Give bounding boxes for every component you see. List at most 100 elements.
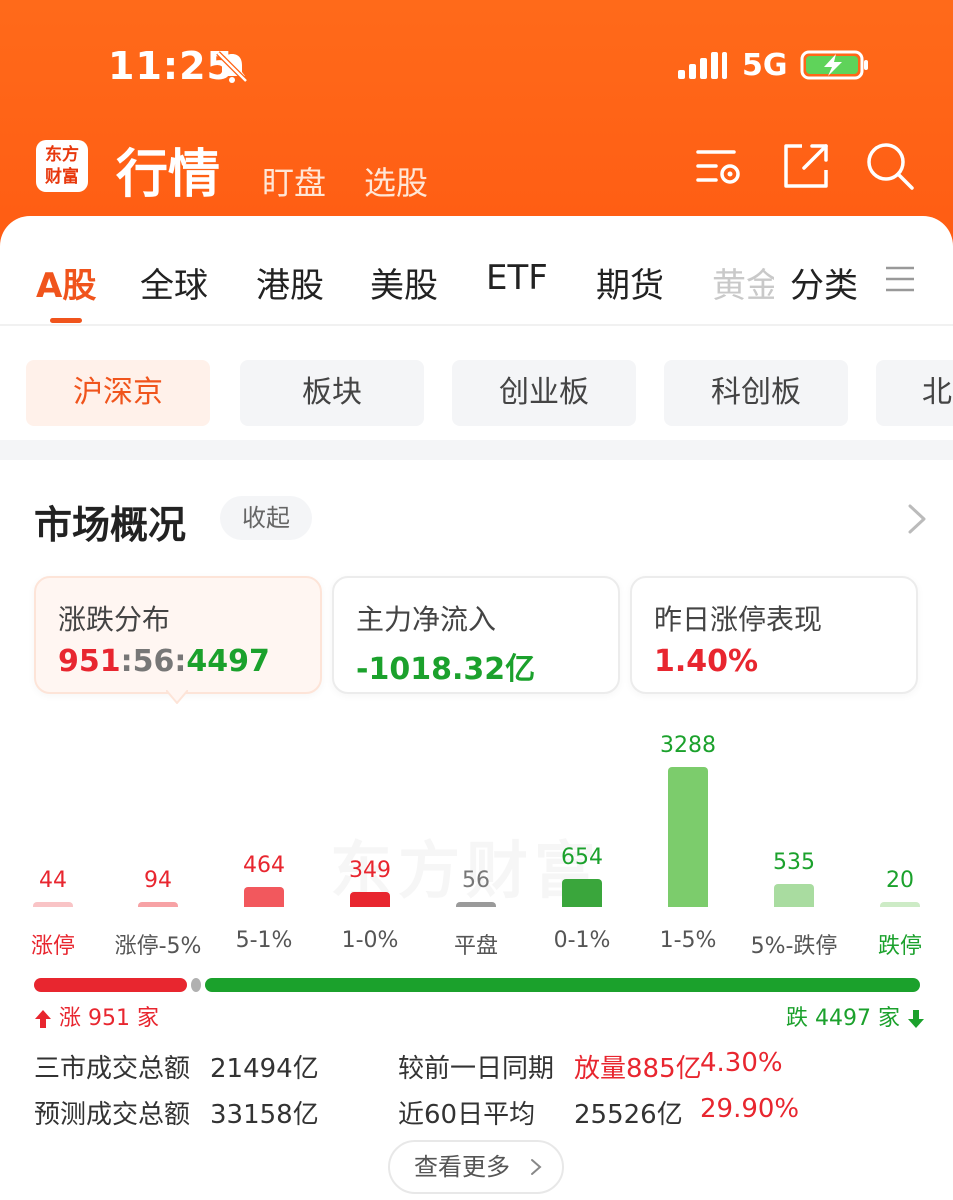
chevron-right-icon — [531, 1159, 542, 1175]
menu-icon[interactable] — [884, 264, 916, 294]
stat-card-limit-up-performance[interactable]: 昨日涨停表现 1.40% — [630, 576, 918, 694]
chart-bar — [456, 902, 496, 907]
page-title: 行情 — [116, 145, 221, 205]
chart-category-label: 平盘 — [453, 934, 498, 959]
rise-count-label: 涨 951 家 — [34, 1000, 159, 1032]
tab-us[interactable]: 美股 — [370, 258, 438, 307]
chart-value-label: 464 — [243, 853, 285, 878]
chart-category-label: 涨停-5% — [114, 934, 202, 959]
section-separator — [0, 440, 953, 460]
stat-value: 951:56:4497 — [58, 644, 270, 679]
view-more-button[interactable]: 查看更多 — [388, 1140, 564, 1194]
tab-futures[interactable]: 期货 — [596, 258, 664, 307]
chart-bar — [562, 879, 602, 907]
header-tab-watch[interactable]: 盯盘 — [262, 158, 326, 204]
stat-value: -1018.32亿 — [356, 652, 536, 687]
stat-label: 昨日涨停表现 — [654, 603, 823, 636]
logo-line-2: 财富 — [45, 167, 79, 187]
chart-category-label: 0-1% — [553, 928, 611, 953]
chart-category-label: 5%-跌停 — [750, 934, 838, 959]
down-arrow-icon — [907, 1010, 924, 1028]
card-pointer — [166, 690, 188, 704]
status-bar: 11:25 5G — [0, 0, 953, 120]
chart-category-label: 涨停 — [30, 934, 75, 959]
chart-value-label: 349 — [349, 858, 391, 883]
summary-label: 三市成交总额 — [34, 1054, 191, 1084]
header-tab-screener[interactable]: 选股 — [364, 158, 428, 204]
rise-count-text: 涨 951 家 — [59, 1006, 159, 1031]
chart-category-label: 5-1% — [235, 928, 293, 953]
section-title: 市场概况 — [34, 503, 187, 547]
chart-value-label: 535 — [773, 850, 815, 875]
compare-value: 放量885亿 — [574, 1054, 702, 1084]
compare-percent: 4.30% — [700, 1048, 783, 1078]
stat-value: 1.40% — [654, 644, 759, 679]
compare-label: 近60日平均 — [398, 1100, 536, 1130]
tab-etf[interactable]: ETF — [486, 258, 548, 298]
network-label: 5G — [742, 48, 788, 83]
subtab-sector[interactable]: 板块 — [240, 360, 424, 426]
chevron-right-icon[interactable] — [904, 502, 930, 536]
summary-label: 预测成交总额 — [34, 1100, 191, 1130]
chart-bar — [774, 884, 814, 907]
signal-icon — [678, 52, 727, 79]
rise-fall-ratio-bar — [34, 978, 920, 992]
stat-card-net-inflow[interactable]: 主力净流入 -1018.32亿 — [332, 576, 620, 694]
compare-label: 较前一日同期 — [398, 1054, 555, 1084]
active-tab-indicator — [50, 318, 82, 323]
fall-segment — [205, 978, 920, 992]
subtab-sh-sz-bj[interactable]: 沪深京 — [26, 360, 210, 426]
rise-segment — [34, 978, 187, 992]
bell-muted-icon — [216, 51, 248, 83]
market-tabs: A股 全球 港股 美股 ETF 期货 黄金 分类 — [0, 248, 953, 318]
collapse-button[interactable]: 收起 — [220, 496, 312, 540]
subtab-chinext[interactable]: 创业板 — [452, 360, 636, 426]
compare-percent: 29.90% — [700, 1094, 800, 1124]
chart-category-label: 跌停 — [877, 934, 922, 959]
chart-category-label: 1-0% — [341, 928, 399, 953]
tab-global[interactable]: 全球 — [140, 258, 208, 307]
chart-bar — [244, 887, 284, 907]
tab-hk[interactable]: 港股 — [256, 258, 324, 307]
tab-a-shares[interactable]: A股 — [36, 258, 96, 307]
separator: : — [174, 644, 187, 679]
chart-value-label: 3288 — [660, 733, 716, 758]
chart-category-label: 1-5% — [659, 928, 717, 953]
tab-category[interactable]: 分类 — [790, 258, 858, 307]
chart-value-label: 56 — [462, 868, 490, 893]
fall-count-text: 跌 4497 家 — [786, 1006, 900, 1031]
battery-charging-icon — [800, 50, 868, 80]
flat-count: 56 — [132, 644, 175, 679]
separator: : — [120, 644, 133, 679]
logo-line-1: 东方 — [45, 145, 79, 165]
stat-card-distribution[interactable]: 涨跌分布 951:56:4497 — [34, 576, 322, 694]
chart-value-label: 44 — [39, 868, 67, 893]
up-count: 951 — [58, 644, 121, 679]
chart-bar — [880, 902, 920, 907]
subtab-bj[interactable]: 北 — [876, 360, 953, 426]
chart-value-label: 94 — [144, 868, 172, 893]
share-icon[interactable] — [780, 140, 832, 192]
tabs-divider — [0, 324, 953, 326]
search-icon[interactable] — [864, 140, 916, 192]
summary-value: 33158亿 — [210, 1100, 319, 1130]
stat-label: 涨跌分布 — [58, 603, 171, 636]
down-count: 4497 — [186, 644, 270, 679]
compare-value: 25526亿 — [574, 1100, 683, 1130]
chart-bar — [668, 767, 708, 907]
subtab-star-market[interactable]: 科创板 — [664, 360, 848, 426]
up-arrow-icon — [35, 1010, 51, 1028]
view-more-label: 查看更多 — [414, 1153, 510, 1181]
flat-segment — [191, 978, 201, 992]
chart-value-label: 20 — [886, 868, 914, 893]
fall-count-label: 跌 4497 家 — [786, 1000, 925, 1032]
settings-list-icon[interactable] — [694, 140, 746, 192]
chart-value-label: 654 — [561, 845, 603, 870]
chart-bar — [350, 892, 390, 907]
chart-bar — [33, 902, 73, 907]
chart-bar — [138, 902, 178, 907]
summary-value: 21494亿 — [210, 1054, 319, 1084]
app-logo: 东方 财富 — [36, 140, 88, 192]
stat-label: 主力净流入 — [356, 603, 497, 636]
tab-gold[interactable]: 黄金 — [712, 258, 774, 307]
